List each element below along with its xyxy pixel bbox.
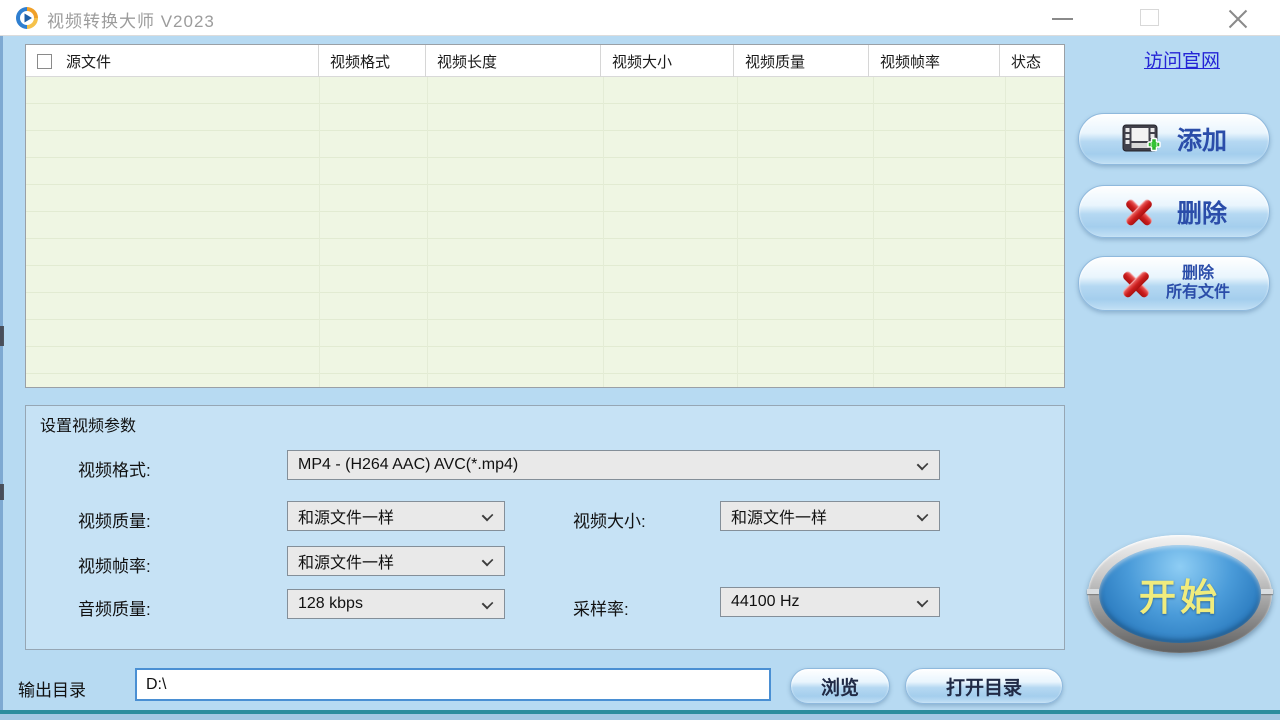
video-quality-value: 和源文件一样 [298,504,394,528]
file-list-table: 源文件 视频格式 视频长度 视频大小 视频质量 视频帧率 状态 [25,44,1065,388]
frame-rate-select[interactable]: 和源文件一样 [287,546,505,576]
column-divider [737,77,738,387]
column-label: 视频大小 [612,51,672,72]
column-header-video-size: 视频大小 [601,45,734,77]
column-divider [873,77,874,387]
sample-rate-select[interactable]: 44100 Hz [720,587,940,617]
official-site-link[interactable]: 访问官网 [1117,46,1247,73]
column-label: 源文件 [66,51,111,72]
video-format-label: 视频格式: [78,456,151,481]
video-quality-select[interactable]: 和源文件一样 [287,501,505,531]
frame-rate-value: 和源文件一样 [298,549,394,573]
window-title: 视频转换大师 V2023 [47,7,215,32]
delete-all-label-line1: 删除 [1166,265,1230,283]
start-button[interactable]: 开始 [1088,535,1272,653]
add-button-label: 添加 [1177,121,1227,157]
delete-all-label-line2: 所有文件 [1166,284,1230,302]
add-file-button[interactable]: 添加 [1078,113,1270,165]
frame-rate-label: 视频帧率: [78,552,151,577]
settings-group-title: 设置视频参数 [40,412,136,436]
screen-edge-artifact [0,484,4,500]
column-label: 视频帧率 [880,51,940,72]
close-button[interactable] [1215,0,1261,36]
browse-button[interactable]: 浏览 [790,668,890,704]
audio-quality-label: 音频质量: [78,595,151,620]
app-logo-icon [15,6,39,30]
titlebar: 视频转换大师 V2023 [0,0,1280,36]
open-directory-button[interactable]: 打开目录 [905,668,1063,704]
audio-quality-value: 128 kbps [298,595,363,613]
chevron-down-icon [917,596,929,608]
column-header-status: 状态 [1000,45,1064,77]
delete-file-button[interactable]: 删除 [1078,185,1270,238]
delete-all-files-button[interactable]: 删除 所有文件 [1078,256,1270,311]
column-label: 视频长度 [437,51,497,72]
column-divider [1005,77,1006,387]
file-list-empty-area [26,77,1064,387]
video-format-select[interactable]: MP4 - (H264 AAC) AVC(*.mp4) [287,450,940,480]
start-ring-notch [1261,589,1273,594]
video-quality-label: 视频质量: [78,507,151,532]
column-header-source-file: 源文件 [26,45,319,77]
video-size-label: 视频大小: [573,507,646,532]
column-header-video-quality: 视频质量 [734,45,869,77]
delete-button-label: 删除 [1177,194,1227,230]
file-list-header: 源文件 视频格式 视频长度 视频大小 视频质量 视频帧率 状态 [26,45,1064,77]
start-button-label: 开始 [1139,567,1221,621]
video-format-value: MP4 - (H264 AAC) AVC(*.mp4) [298,456,518,474]
window-left-edge [0,36,3,710]
window-bottom-edge-shadow [0,714,1280,720]
sample-rate-label: 采样率: [573,595,629,620]
maximize-icon [1140,9,1159,26]
column-header-video-length: 视频长度 [426,45,601,77]
column-label: 状态 [1011,51,1041,72]
column-divider [603,77,604,387]
column-label: 视频格式 [330,51,390,72]
maximize-button[interactable] [1127,0,1173,36]
chevron-down-icon [482,510,494,522]
chevron-down-icon [917,459,929,471]
video-size-value: 和源文件一样 [731,504,827,528]
select-all-checkbox[interactable] [37,54,52,69]
column-label: 视频质量 [745,51,805,72]
column-divider [427,77,428,387]
add-video-icon [1121,122,1161,156]
chevron-down-icon [917,510,929,522]
column-header-video-framerate: 视频帧率 [869,45,1000,77]
start-ring-notch [1087,589,1099,594]
chevron-down-icon [482,598,494,610]
close-icon [1227,8,1249,30]
sample-rate-value: 44100 Hz [731,593,800,611]
delete-all-x-icon [1118,268,1154,300]
start-button-face: 开始 [1099,545,1261,643]
screen-edge-artifact [0,326,4,346]
audio-quality-select[interactable]: 128 kbps [287,589,505,619]
video-size-select[interactable]: 和源文件一样 [720,501,940,531]
delete-x-icon [1121,196,1157,228]
chevron-down-icon [482,555,494,567]
minimize-icon [1052,18,1073,20]
output-dir-input[interactable] [135,668,771,701]
column-divider [319,77,320,387]
output-dir-label: 输出目录 [18,676,86,701]
column-header-video-format: 视频格式 [319,45,426,77]
minimize-button[interactable] [1040,0,1086,36]
